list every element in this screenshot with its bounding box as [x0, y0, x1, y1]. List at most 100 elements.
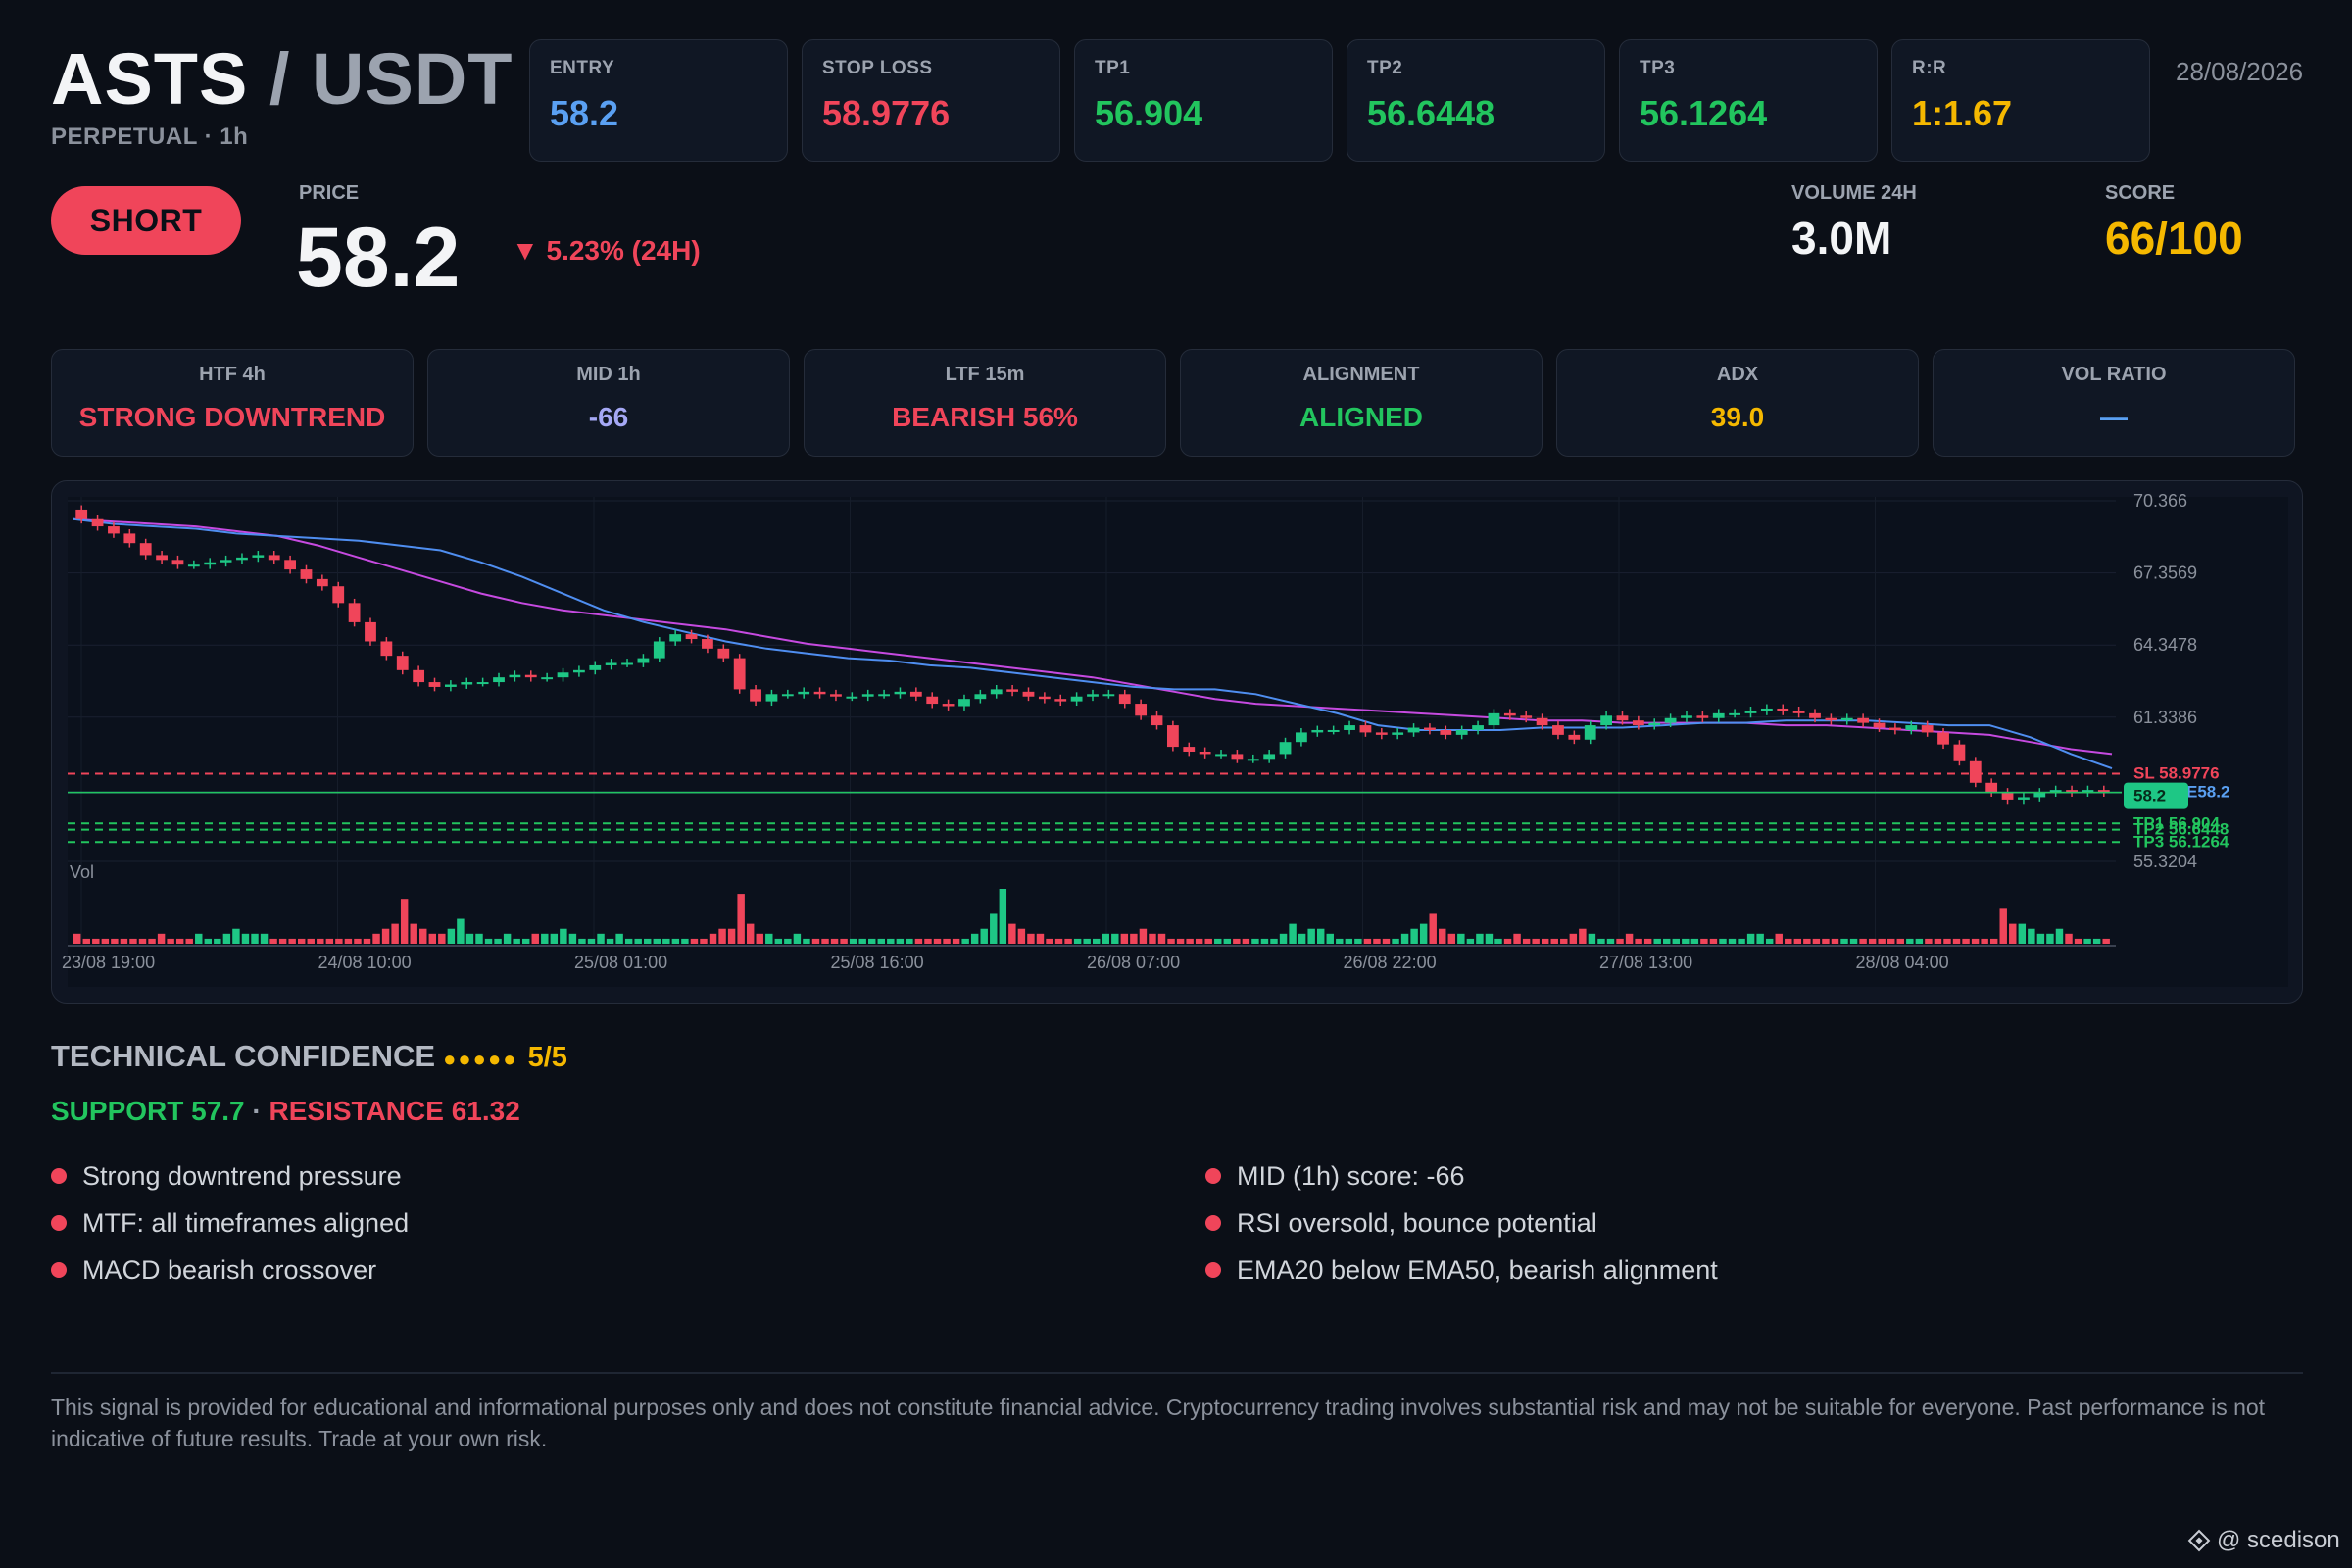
volume-bar — [550, 933, 559, 944]
candle-body — [493, 677, 505, 683]
volume-bar — [185, 938, 193, 944]
volume-bar — [1485, 933, 1494, 944]
volume-bar — [587, 938, 596, 944]
volume-bar — [1822, 938, 1830, 944]
candle-body — [1231, 754, 1244, 760]
candle-body — [1070, 696, 1083, 702]
bullet-icon — [1205, 1262, 1221, 1278]
volume-bar — [1934, 938, 1942, 944]
reason-item: MID (1h) score: -66 — [1205, 1152, 1718, 1200]
price-chart[interactable]: SL 58.9776 TP1 56.904 TP2 56.6448 TP3 56.12… — [51, 480, 2303, 1004]
volume-bar — [372, 933, 380, 944]
candle-body — [605, 662, 617, 665]
candle-body — [1151, 715, 1163, 726]
tp2-label: TP2 — [1367, 58, 1403, 78]
confidence-dots-icon: ●●●●● — [443, 1047, 518, 1071]
candle-body — [172, 560, 184, 565]
volume-bar — [737, 894, 745, 944]
score-label: SCORE — [2105, 182, 2176, 204]
volume-bar — [541, 933, 549, 944]
volume-bar — [980, 928, 988, 944]
candle-body — [909, 691, 922, 697]
volume-bar — [1251, 938, 1259, 944]
confidence-title: TECHNICAL CONFIDENCE — [51, 1039, 436, 1073]
tp1-value: 56.904 — [1095, 93, 1203, 133]
volume-bar — [325, 938, 334, 944]
volume-bar — [1849, 938, 1858, 944]
candle-body — [1022, 691, 1035, 697]
x-tick-label: 28/08 04:00 — [1856, 953, 1949, 972]
candle-body — [1455, 729, 1468, 735]
reason-item: Strong downtrend pressure — [51, 1152, 409, 1200]
reason-text: MID (1h) score: -66 — [1237, 1160, 1465, 1191]
volume-bar — [746, 923, 755, 944]
volume-bar — [1943, 938, 1951, 944]
candle-body — [1616, 715, 1629, 721]
candle-body — [380, 641, 393, 657]
volume-bar — [1326, 933, 1334, 944]
entry-value: 58.2 — [550, 93, 619, 133]
candle-body — [861, 694, 874, 697]
volume-bar — [1513, 933, 1521, 944]
volume-bar — [1868, 938, 1877, 944]
price-label: PRICE — [299, 182, 360, 204]
volume-bar — [1204, 938, 1212, 944]
volume-bar — [1606, 938, 1615, 944]
candle-body — [1488, 712, 1500, 726]
reasons-list-left: Strong downtrend pressure MTF: all timef… — [51, 1152, 409, 1294]
volume-bar — [615, 933, 623, 944]
quote-symbol: USDT — [312, 38, 514, 120]
volume-bar — [1925, 938, 1933, 944]
candle-body — [1664, 717, 1677, 723]
volume-bar — [1915, 938, 1924, 944]
price-chart-canvas[interactable]: SL 58.9776TP1 56.904TP2 56.6448TP3 56.12… — [52, 481, 2303, 1004]
volume-bar — [1719, 938, 1727, 944]
volume-bar — [195, 933, 203, 944]
volume-bar — [1532, 938, 1540, 944]
candle-body — [1375, 732, 1388, 735]
candle-body — [396, 656, 409, 670]
divider — [51, 1372, 2303, 1374]
volume-bar — [2036, 933, 2045, 944]
volume-bar — [438, 933, 446, 944]
volume-bar — [709, 933, 717, 944]
volume-bar — [634, 938, 642, 944]
volume-bar — [1756, 933, 1764, 944]
volume-bar — [858, 938, 866, 944]
volume-bar — [1831, 938, 1839, 944]
candle-body — [1840, 717, 1853, 721]
candle-body — [1648, 722, 1661, 726]
candle-body — [91, 518, 104, 527]
volume-bar — [784, 938, 792, 944]
volume-bar — [1429, 913, 1437, 944]
volume-bar — [1392, 938, 1399, 944]
risk-reward-label: R:R — [1912, 58, 1947, 78]
level-label: E58.2 — [2186, 783, 2230, 802]
volume-bar — [568, 933, 577, 944]
x-tick-label: 27/08 13:00 — [1599, 953, 1692, 972]
volume-bar — [1859, 938, 1867, 944]
volume-bar — [1410, 928, 1418, 944]
volume-bar — [1186, 938, 1194, 944]
mid-value: -66 — [588, 402, 629, 432]
candle-body — [332, 586, 345, 604]
y-tick-label: 61.3386 — [2133, 708, 2197, 727]
candle-body — [1006, 689, 1019, 692]
volume-bar — [1157, 933, 1166, 944]
short-direction-badge[interactable]: SHORT — [51, 186, 241, 255]
candle-body — [1279, 742, 1292, 755]
volume-bar — [101, 938, 110, 944]
volume-bar — [410, 923, 417, 944]
volume-bar — [1289, 923, 1297, 944]
candle-body — [1921, 725, 1934, 733]
disclaimer: This signal is provided for educational … — [51, 1395, 2266, 1451]
volume-bar — [803, 938, 810, 944]
candle-body — [798, 691, 810, 695]
volume-bar — [1260, 938, 1269, 944]
volume-bar — [1419, 923, 1428, 944]
technical-confidence: TECHNICAL CONFIDENCE ●●●●● 5/5 — [51, 1039, 567, 1074]
volume-value: 3.0M — [1791, 213, 1892, 264]
score-value: 66/100 — [2105, 213, 2243, 264]
volume-bar — [2028, 928, 2035, 944]
candle-body — [573, 669, 585, 673]
